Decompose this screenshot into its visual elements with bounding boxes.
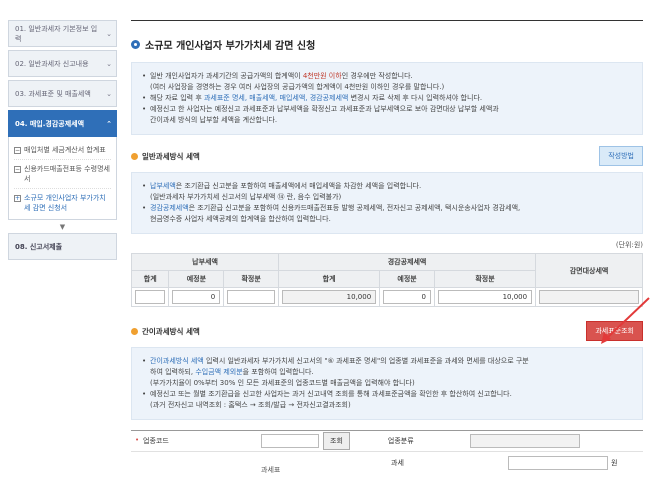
step-label: 01. 일반과세자 기본정보 입력 xyxy=(15,24,98,43)
payable-preliminary-field[interactable]: 0 xyxy=(172,290,221,304)
deduction-preliminary-field[interactable]: 0 xyxy=(383,290,431,304)
bullet-icon xyxy=(131,40,140,49)
tax-base-partial-label: 과세표 xyxy=(261,466,281,474)
chevron-down-icon: ⌄ xyxy=(106,89,112,98)
divider xyxy=(131,20,643,21)
table-row: 0 10,000 0 10,000 xyxy=(130,287,643,307)
subitem-card-receipt[interactable]: − 신용카드매출전표등 수령명세서 xyxy=(14,160,111,189)
reduction-target-field xyxy=(539,290,639,304)
col-group-deduction: 경감공제세액 xyxy=(278,253,537,271)
step-label: 03. 과세표준 및 매출세액 xyxy=(15,89,91,98)
notice-line: 현금영수증 사업자 세액공제의 합계액을 합산하여 입력합니다. xyxy=(150,215,331,223)
step-label: 04. 매입.경감공제세액 xyxy=(15,119,85,128)
col-header: 합계 xyxy=(278,270,381,288)
industry-category-field xyxy=(469,434,580,448)
subitem-label: 소규모 개인사업자 부가가치세 감면 신청서 xyxy=(24,194,106,212)
step-label: 08. 신고서제출 xyxy=(15,242,63,251)
chevron-down-icon: ⌄ xyxy=(106,29,112,38)
industry-category-label: 업종분류 xyxy=(387,437,414,445)
section1-notice: 납부세액은 조기환급 신고분을 포함하여 매출세액에서 매입세액을 차감한 세액… xyxy=(131,172,643,234)
section2-notice: 간이과세방식 세액 입력시 일반과세자 부가가치세 신고서의 "⑥ 과세표준 명… xyxy=(131,347,643,420)
notice-line: 납부세액은 조기환급 신고분을 포함하여 매출세액에서 매입세액을 차감한 세액… xyxy=(142,181,632,192)
notice-line: 일반 개인사업자가 과세기간의 공급가액의 합계액이 4천만원 이하인 경우에만… xyxy=(142,71,632,82)
industry-code-row: • 업종코드 조회 업종분류 xyxy=(131,430,643,452)
notice-line: (일반과세자 부가가치세 신고서의 납부세액 ⑭ 란, 음수 입력불가) xyxy=(150,193,342,201)
unit-label: (단위:원) xyxy=(615,241,643,249)
how-to-write-button[interactable]: 작성방법 xyxy=(599,146,643,166)
section-simplified-tax: 간이과세방식 세액 과세표준조회 xyxy=(131,321,643,341)
step-08[interactable]: 08. 신고서제출 xyxy=(8,233,117,260)
step-sidebar: 01. 일반과세자 기본정보 입력 ⌄ 02. 일반과세자 신고내용 ⌄ 03.… xyxy=(8,20,117,263)
main-content: 소규모 개인사업자 부가가치세 감면 신청 일반 개인사업자가 과세기간의 공급… xyxy=(130,20,643,474)
col-group-payable: 납부세액 xyxy=(130,253,280,271)
step-04[interactable]: 04. 매입.경감공제세액 ⌃ xyxy=(8,110,117,137)
notice-line: (부가가치율이 0%부터 30% 인 모든 과세표준의 업종코드별 매출금액을 … xyxy=(150,379,415,387)
notice-line: 하여 입력하되, 수입금액 제외분을 포함하여 입력합니다. xyxy=(150,368,314,376)
taxable-amount-input[interactable] xyxy=(508,456,608,470)
section-general-tax: 일반과세방식 세액 작성방법 xyxy=(131,146,643,166)
notice-line: 경감공제세액은 조기환급 신고분을 포함하여 신용카드매출전표등 발행 공제세액… xyxy=(142,203,632,214)
payable-final-field[interactable] xyxy=(227,290,276,304)
page-title: 소규모 개인사업자 부가가치세 감면 신청 xyxy=(131,37,643,52)
chevron-down-icon: ⌄ xyxy=(106,59,112,68)
step-03[interactable]: 03. 과세표준 및 매출세액 ⌄ xyxy=(8,80,117,107)
minus-icon: − xyxy=(14,166,21,173)
won-unit: 원 xyxy=(611,459,618,467)
notice-line: 간이과세방식 세액 입력시 일반과세자 부가가치세 신고서의 "⑥ 과세표준 명… xyxy=(142,356,632,367)
subitem-purchase-invoice[interactable]: − 매입처별 세금계산서 합계표 xyxy=(14,141,111,160)
taxable-label: 과세 xyxy=(391,459,404,467)
gear-icon xyxy=(131,327,138,335)
notice-box: 일반 개인사업자가 과세기간의 공급가액의 합계액이 4천만원 이하인 경우에만… xyxy=(131,62,643,135)
col-header: 확정분 xyxy=(433,270,537,288)
step-label: 02. 일반과세자 신고내용 xyxy=(15,59,89,68)
plus-icon: + xyxy=(14,195,21,202)
notice-line: 예정신고 한 사업자는 예정신고 과세표준과 납부세액을 확정신고 과세표준과 … xyxy=(142,104,632,115)
subitem-small-business-reduction[interactable]: + 소규모 개인사업자 부가가치세 감면 신청서 xyxy=(14,189,111,217)
industry-code-input[interactable] xyxy=(261,434,319,448)
page: 01. 일반과세자 기본정보 입력 ⌄ 02. 일반과세자 신고내용 ⌄ 03.… xyxy=(0,0,651,503)
notice-line: 해당 자료 입력 후 과세표준 명세, 매출세액, 매입세액, 경감공제세액 변… xyxy=(142,93,632,104)
notice-line: (과거 전자신고 내역조회 : 홈택스 → 조회/발급 → 전자신고결과조회) xyxy=(150,401,351,409)
industry-code-label: • 업종코드 xyxy=(135,436,169,445)
tax-table: 납부세액 경감공제세액 감면대상세액 합계 예정분 확정분 합계 예정분 확정분… xyxy=(130,253,643,307)
minus-icon: − xyxy=(14,147,21,154)
col-header: 확정분 xyxy=(223,270,280,288)
chevron-up-icon: ⌃ xyxy=(106,119,112,128)
payable-total-field[interactable] xyxy=(135,290,166,304)
section-title: 간이과세방식 세액 xyxy=(131,326,200,337)
section-title: 일반과세방식 세액 xyxy=(131,151,200,162)
step-04-subitems: − 매입처별 세금계산서 합계표 − 신용카드매출전표등 수령명세서 + 소규모… xyxy=(8,137,117,220)
col-header: 예정분 xyxy=(379,270,435,288)
notice-line: 간이과세 방식의 납부할 세액을 계산합니다. xyxy=(150,116,278,124)
deduction-total-field: 10,000 xyxy=(282,290,377,304)
col-reduction-target: 감면대상세액 xyxy=(535,253,643,288)
notice-line: 예정신고 또는 월별 조기환급을 신고한 사업자는 과거 신고내역 조회를 통해… xyxy=(142,389,632,400)
step-02[interactable]: 02. 일반과세자 신고내용 ⌄ xyxy=(8,50,117,77)
step-01[interactable]: 01. 일반과세자 기본정보 입력 ⌄ xyxy=(8,20,117,47)
col-header: 합계 xyxy=(130,270,170,288)
col-header: 예정분 xyxy=(168,270,225,288)
tax-base-lookup-button[interactable]: 과세표준조회 xyxy=(586,321,643,341)
subitem-label: 신용카드매출전표등 수령명세서 xyxy=(24,165,110,183)
notice-line: (여러 사업장을 경영하는 경우 여러 사업장의 공급가액의 합계액이 4천만원… xyxy=(150,83,445,91)
down-arrow-icon: ▼ xyxy=(59,223,66,231)
subitem-label: 매입처별 세금계산서 합계표 xyxy=(24,146,106,154)
deduction-final-field[interactable]: 10,000 xyxy=(437,290,533,304)
lookup-button[interactable]: 조회 xyxy=(323,432,350,450)
gear-icon xyxy=(131,152,138,160)
page-title-text: 소규모 개인사업자 부가가치세 감면 신청 xyxy=(145,41,316,52)
tax-amount-row: 과세표 과세 원 xyxy=(131,452,643,474)
